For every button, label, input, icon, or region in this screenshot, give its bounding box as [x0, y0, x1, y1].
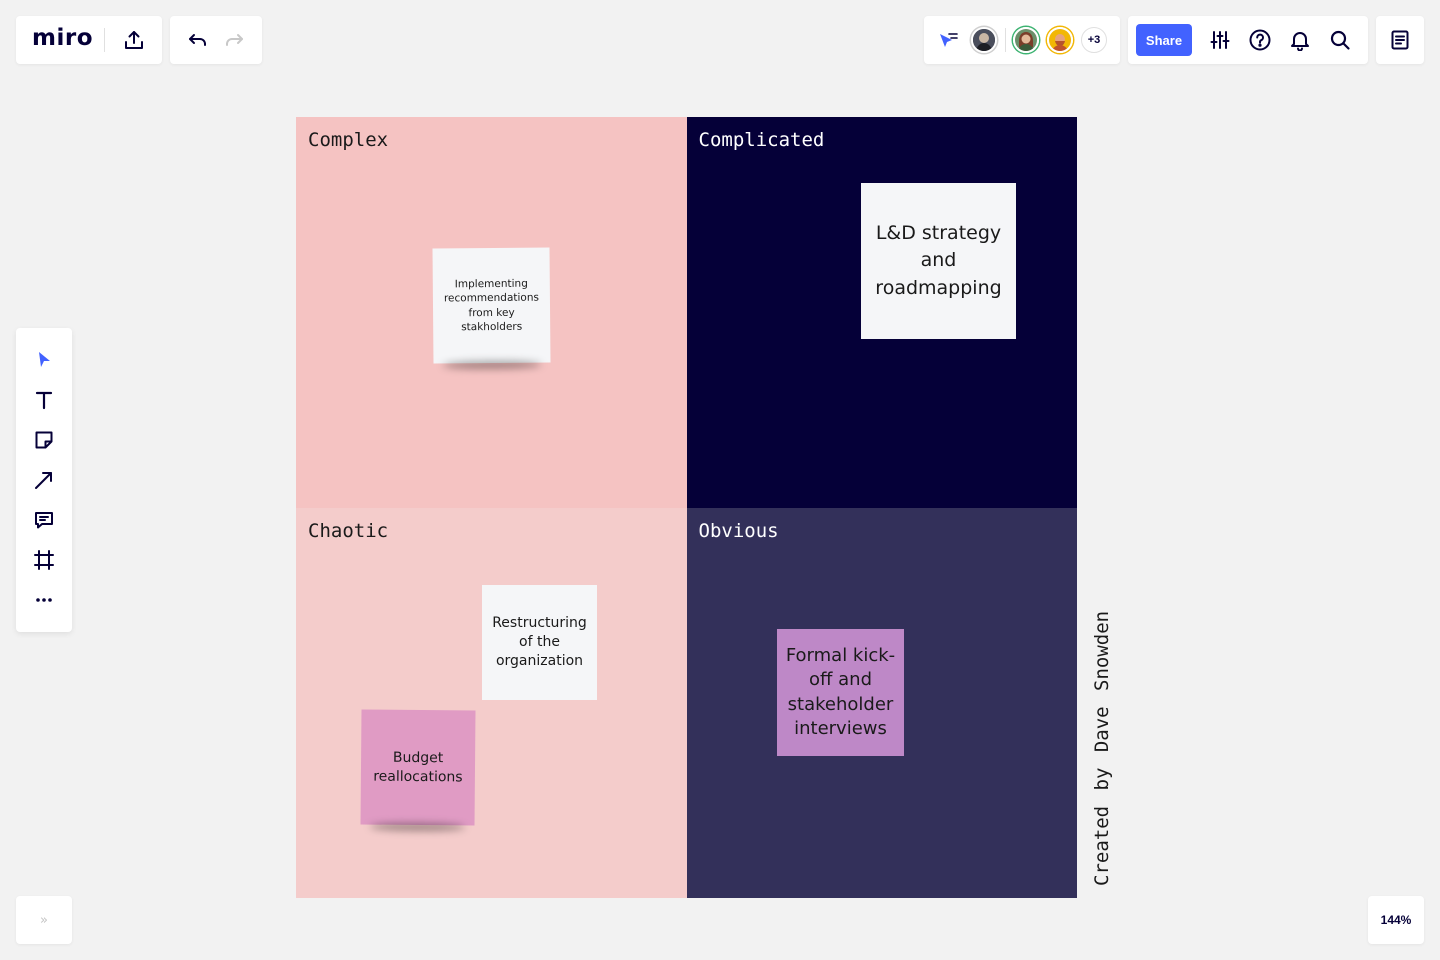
more-collaborators-badge[interactable]: +3: [1081, 27, 1107, 53]
logo-panel: miro: [16, 16, 162, 64]
redo-icon[interactable]: [218, 24, 250, 56]
divider: [104, 28, 105, 52]
user-avatar-2[interactable]: [1013, 27, 1039, 53]
quadrant-title-obvious: Obvious: [698, 519, 779, 542]
expand-panel: »: [16, 896, 72, 944]
user-avatar-1[interactable]: [971, 27, 997, 53]
collaborators-panel: +3: [924, 16, 1120, 64]
board-actions-panel: Share: [1128, 16, 1368, 64]
miro-logo[interactable]: miro: [32, 25, 93, 51]
zoom-level[interactable]: 144%: [1368, 896, 1424, 944]
sticky-text: Restructuring of the organization: [492, 615, 587, 669]
frame-icon[interactable]: [28, 544, 60, 576]
settings-sliders-icon[interactable]: [1204, 24, 1236, 56]
quadrant-title-complicated: Complicated: [698, 129, 825, 151]
quadrant-title-chaotic: Chaotic: [308, 519, 389, 542]
sticky-note[interactable]: Budget reallocations: [360, 709, 476, 826]
sticky-note-icon[interactable]: [28, 424, 60, 456]
line-arrow-icon[interactable]: [28, 464, 60, 496]
board-notes-panel: [1376, 16, 1424, 64]
zoom-panel: 144%: [1368, 896, 1424, 944]
quadrant-title-complex: Complex: [308, 129, 389, 151]
sticky-text: Budget reallocations: [373, 749, 463, 785]
user-avatar-3[interactable]: [1047, 27, 1073, 53]
text-icon[interactable]: [28, 384, 60, 416]
sticky-note[interactable]: Formal kick-off and stakeholder intervie…: [777, 629, 904, 756]
expand-chevron-icon[interactable]: »: [16, 896, 72, 944]
sticky-text: L&D strategy and roadmapping: [875, 221, 1002, 299]
divider: [1005, 28, 1006, 52]
comment-icon[interactable]: [28, 504, 60, 536]
quadrant-chaotic[interactable]: Chaotic: [296, 507, 687, 898]
author-credit: Created by Dave Snowden: [1091, 610, 1113, 886]
bell-icon[interactable]: [1284, 24, 1316, 56]
left-toolbar: [16, 328, 72, 632]
select-cursor-icon[interactable]: [28, 344, 60, 376]
help-icon[interactable]: [1244, 24, 1276, 56]
cynefin-board[interactable]: Complex Complicated Chaotic Obvious Impl…: [296, 117, 1077, 898]
sticky-note[interactable]: Implementing recommendations from key st…: [432, 247, 551, 364]
search-icon[interactable]: [1324, 24, 1356, 56]
sticky-note[interactable]: Restructuring of the organization: [482, 585, 597, 700]
upload-icon[interactable]: [118, 24, 150, 56]
undo-redo-panel: [170, 16, 262, 64]
sticky-text: Formal kick-off and stakeholder intervie…: [785, 644, 896, 739]
sticky-note[interactable]: L&D strategy and roadmapping: [861, 183, 1016, 339]
share-button[interactable]: Share: [1136, 24, 1192, 56]
sticky-text: Implementing recommendations from key st…: [443, 277, 539, 333]
more-icon[interactable]: [28, 584, 60, 616]
board-notes-icon[interactable]: [1384, 24, 1416, 56]
collaborator-cursors-icon[interactable]: [932, 24, 964, 56]
undo-icon[interactable]: [182, 24, 214, 56]
